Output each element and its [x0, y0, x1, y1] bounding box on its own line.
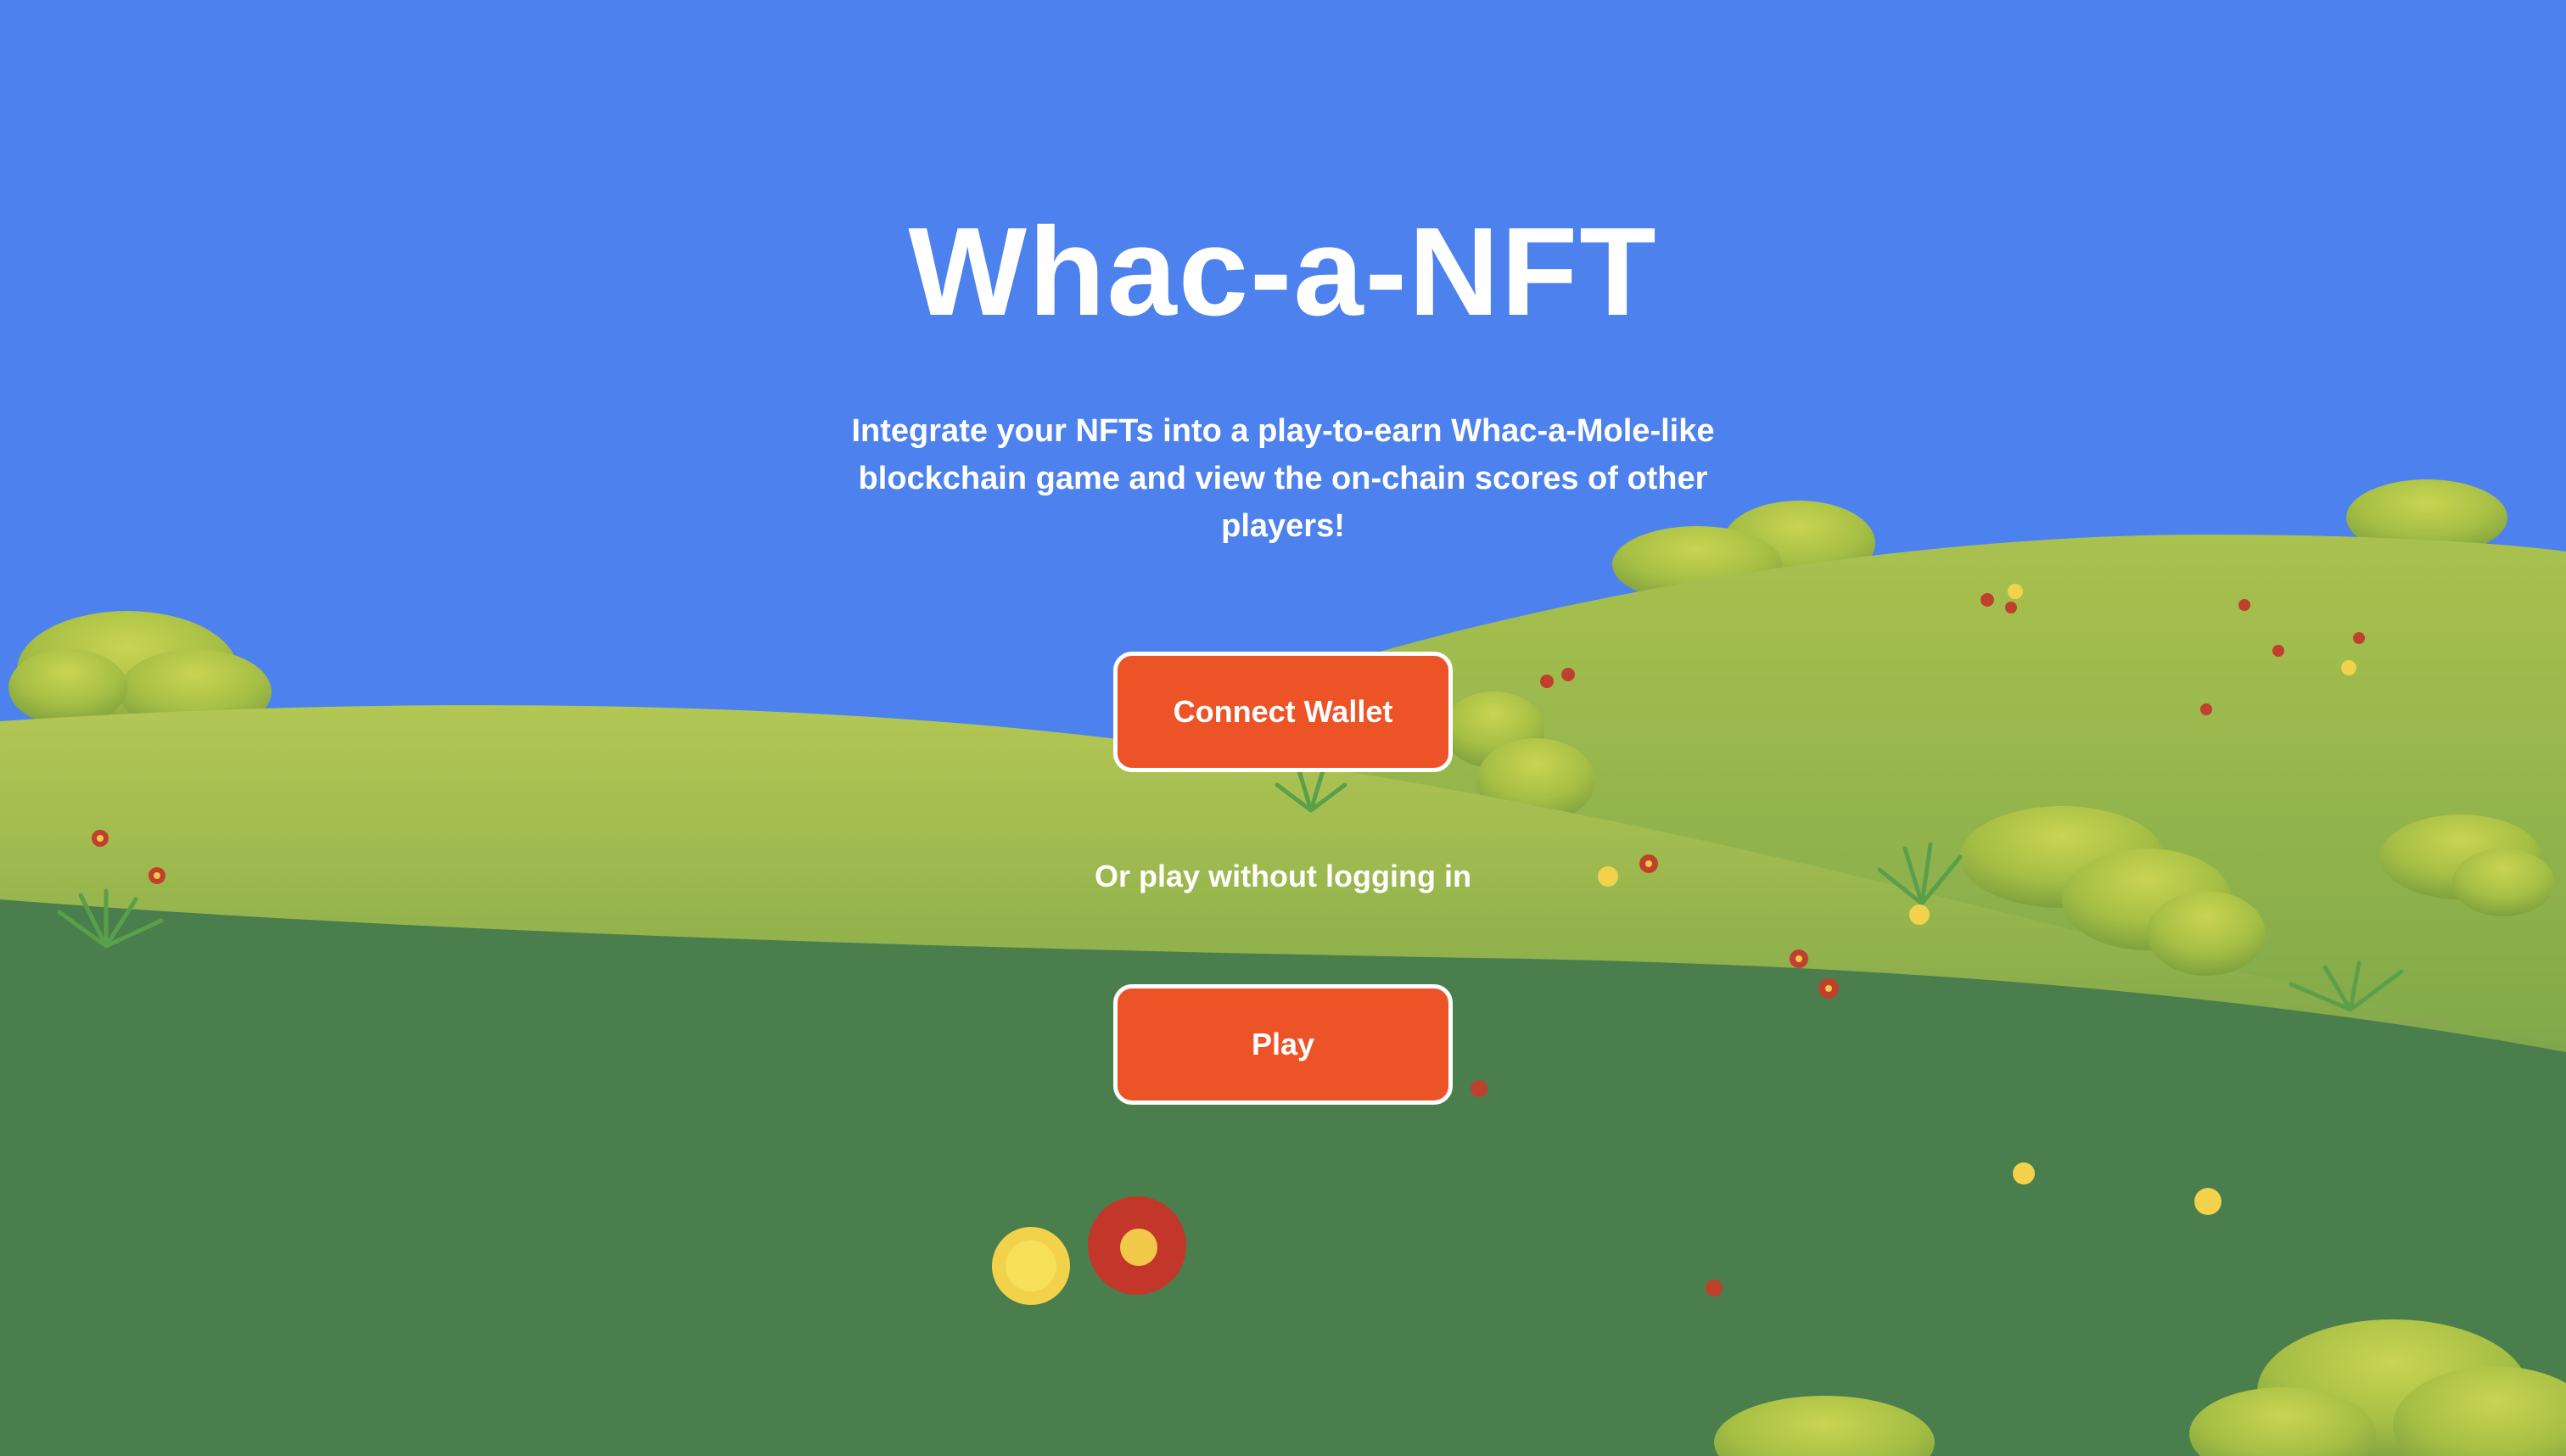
- page-description: Integrate your NFTs into a play-to-earn …: [851, 413, 1715, 544]
- play-button[interactable]: Play: [1113, 984, 1453, 1105]
- connect-wallet-label: Connect Wallet: [1173, 694, 1393, 729]
- play-label: Play: [1251, 1027, 1315, 1061]
- connect-wallet-button[interactable]: Connect Wallet: [1113, 652, 1453, 772]
- landing-content: Whac-a-NFT Integrate your NFTs into a pl…: [0, 0, 2566, 1456]
- page-title: Whac-a-NFT: [908, 202, 1658, 342]
- play-without-login-text: Or play without logging in: [1095, 859, 1471, 893]
